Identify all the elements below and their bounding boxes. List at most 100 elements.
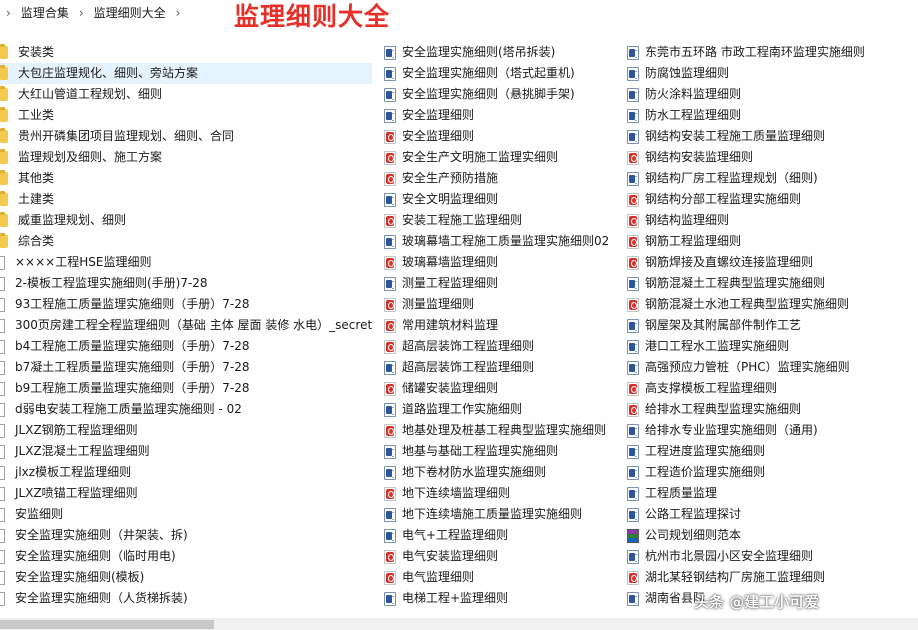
file-item[interactable]: 安全监理实施细则（塔式起重机) [384, 63, 622, 84]
item-label: JLXZ钢筋工程监理细则 [15, 423, 138, 437]
file-item[interactable]: 安全监理实施细则（井架装、拆) [0, 525, 372, 546]
file-item[interactable]: 安全监理实施细则（人货梯拆装) [0, 588, 372, 609]
file-item[interactable]: 工程造价监理实施细则 [627, 462, 918, 483]
breadcrumb-item[interactable]: 监理细则大全 [90, 4, 170, 22]
file-item[interactable]: 安全生产文明施工监理实细则 [384, 147, 622, 168]
item-label: 港口工程水工监理实施细则 [645, 339, 790, 353]
horizontal-scrollbar[interactable] [0, 618, 918, 630]
folder-item[interactable]: 贵州开磷集团项目监理规划、细则、合同 [0, 126, 372, 147]
file-item[interactable]: 电梯工程+监理细则 [384, 588, 622, 609]
file-item[interactable]: 玻璃幕墙监理细则 [384, 252, 622, 273]
file-item[interactable]: 安全监理细则 [384, 105, 622, 126]
item-label: 安全文明监理细则 [402, 192, 499, 206]
file-item[interactable]: JLXZ钢筋工程监理细则 [0, 420, 372, 441]
file-item[interactable]: 常用建筑材料监理 [384, 315, 622, 336]
file-item[interactable]: JLXZ混凝土工程监理细则 [0, 441, 372, 462]
file-item[interactable]: 给排水专业监理实施细则（通用) [627, 420, 918, 441]
folder-icon [0, 107, 8, 122]
file-item[interactable]: d弱电安装工程施工质量监理实施细则 - 02 [0, 399, 372, 420]
folder-item[interactable]: 其他类 [0, 168, 372, 189]
file-item[interactable]: 防腐蚀监理细则 [627, 63, 918, 84]
file-item[interactable]: JLXZ喷锚工程监理细则 [0, 483, 372, 504]
file-item[interactable]: 安全监理实施细则（悬挑脚手架) [384, 84, 622, 105]
file-item[interactable]: 防水工程监理细则 [627, 105, 918, 126]
file-item[interactable]: 电气+工程监理细则 [384, 525, 622, 546]
folder-item[interactable]: 工业类 [0, 105, 372, 126]
file-item[interactable]: 电气安装监理细则 [384, 546, 622, 567]
file-item[interactable]: 工程进度监理实施细则 [627, 441, 918, 462]
file-item[interactable]: 高支撑模板工程监理细则 [627, 378, 918, 399]
file-item[interactable]: 电气监理细则 [384, 567, 622, 588]
file-item[interactable]: 测量工程监理细则 [384, 273, 622, 294]
breadcrumb-chevron-icon[interactable]: › [170, 4, 187, 22]
word-document-icon [627, 108, 639, 123]
file-item[interactable]: 钢结构厂房工程监理规划（细则) [627, 168, 918, 189]
file-item[interactable]: 地下连续墙施工质量监理实施细则 [384, 504, 622, 525]
file-item[interactable]: 地下卷材防水监理实施细则 [384, 462, 622, 483]
file-item[interactable]: 公司规划细则范本 [627, 525, 918, 546]
file-item[interactable]: 钢屋架及其附属部件制作工艺 [627, 315, 918, 336]
pdf-document-icon [384, 255, 396, 270]
folder-item[interactable]: 土建类 [0, 189, 372, 210]
file-item[interactable]: 测量监理细则 [384, 294, 622, 315]
file-item[interactable]: 安装工程施工监理细则 [384, 210, 622, 231]
file-item[interactable]: 安监细则 [0, 504, 372, 525]
folder-item[interactable]: 大红山管道工程规划、细则 [0, 84, 372, 105]
file-item[interactable]: 钢结构安装工程施工质量监理细则 [627, 126, 918, 147]
file-item[interactable]: 钢筋混凝土水池工程典型监理实施细则 [627, 294, 918, 315]
item-label: 土建类 [18, 192, 55, 206]
file-item[interactable]: 钢结构分部工程监理实施细则 [627, 189, 918, 210]
file-item[interactable]: 工程质量监理 [627, 483, 918, 504]
file-item[interactable]: 港口工程水工监理实施细则 [627, 336, 918, 357]
file-item[interactable]: 东莞市五环路 市政工程南环监理实施细则 [627, 42, 918, 63]
item-label: 测量监理细则 [402, 297, 475, 311]
file-item[interactable]: b4工程施工质量监理实施细则（手册）7-28 [0, 336, 372, 357]
file-item[interactable]: 给排水工程典型监理实施细则 [627, 399, 918, 420]
breadcrumb-root-chevron-icon[interactable]: › [0, 4, 17, 22]
file-item[interactable]: 超高层装饰工程监理细则 [384, 336, 622, 357]
file-item[interactable]: 安全监理实施细则(模板) [0, 567, 372, 588]
file-item[interactable]: 安全生产预防措施 [384, 168, 622, 189]
file-item[interactable]: 地下连续墙监理细则 [384, 483, 622, 504]
file-item[interactable]: jlxz模板工程监理细则 [0, 462, 372, 483]
file-item[interactable]: 超高层装饰工程监理细则 [384, 357, 622, 378]
breadcrumb-chevron-icon[interactable]: › [73, 4, 90, 22]
item-label: 安全监理实施细则（井架装、拆) [15, 528, 188, 542]
scrollbar-thumb[interactable] [0, 620, 214, 629]
file-item[interactable]: 93工程施工质量监理实施细则（手册）7-28 [0, 294, 372, 315]
folder-item[interactable]: 威重监理规划、细则 [0, 210, 372, 231]
folder-item[interactable]: 安装类 [0, 42, 372, 63]
file-item[interactable]: 湖北某轻钢结构厂房施工监理细则 [627, 567, 918, 588]
file-item[interactable]: 钢结构安装监理细则 [627, 147, 918, 168]
file-item[interactable]: 地基与基础工程监理实施细则 [384, 441, 622, 462]
pdf-document-icon [384, 381, 396, 396]
file-icon [0, 444, 5, 459]
file-item[interactable]: 公路工程监理探讨 [627, 504, 918, 525]
file-item[interactable]: 防火涂料监理细则 [627, 84, 918, 105]
file-item[interactable]: 300页房建工程全程监理细则（基础 主体 屋面 装修 水电）_secret [0, 315, 372, 336]
file-item[interactable]: 钢筋焊接及直螺纹连接监理细则 [627, 252, 918, 273]
file-item[interactable]: ××××工程HSE监理细则 [0, 252, 372, 273]
file-item[interactable]: 安全文明监理细则 [384, 189, 622, 210]
file-item[interactable]: 玻璃幕墙工程施工质量监理实施细则02 [384, 231, 622, 252]
folder-item[interactable]: 监理规划及细则、施工方案 [0, 147, 372, 168]
pdf-document-icon [384, 570, 396, 585]
folder-item[interactable]: 大包庄监理规化、细则、旁站方案 [0, 63, 372, 84]
file-item[interactable]: 安全监理实施细则（临时用电) [0, 546, 372, 567]
file-item[interactable]: 2-模板工程监理实施细则(手册)7-28 [0, 273, 372, 294]
file-item[interactable]: 杭州市北景园小区安全监理细则 [627, 546, 918, 567]
file-item[interactable]: 钢筋混凝土工程典型监理实施细则 [627, 273, 918, 294]
file-item[interactable]: b7凝土工程质量监理实施细则（手册）7-28 [0, 357, 372, 378]
file-item[interactable]: b9工程施工质量监理实施细则（手册）7-28 [0, 378, 372, 399]
file-item[interactable]: 钢筋工程监理细则 [627, 231, 918, 252]
file-item[interactable]: 安全监理实施细则(塔吊拆装) [384, 42, 622, 63]
file-item[interactable]: 储罐安装监理细则 [384, 378, 622, 399]
file-item[interactable]: 钢结构监理细则 [627, 210, 918, 231]
file-icon [0, 381, 5, 396]
folder-item[interactable]: 综合类 [0, 231, 372, 252]
breadcrumb-item[interactable]: 监理合集 [17, 4, 73, 22]
file-item[interactable]: 地基处理及桩基工程典型监理实施细则 [384, 420, 622, 441]
file-item[interactable]: 安全监理细则 [384, 126, 622, 147]
file-item[interactable]: 道路监理工作实施细则 [384, 399, 622, 420]
file-item[interactable]: 高强预应力管桩（PHC）监理实施细则 [627, 357, 918, 378]
